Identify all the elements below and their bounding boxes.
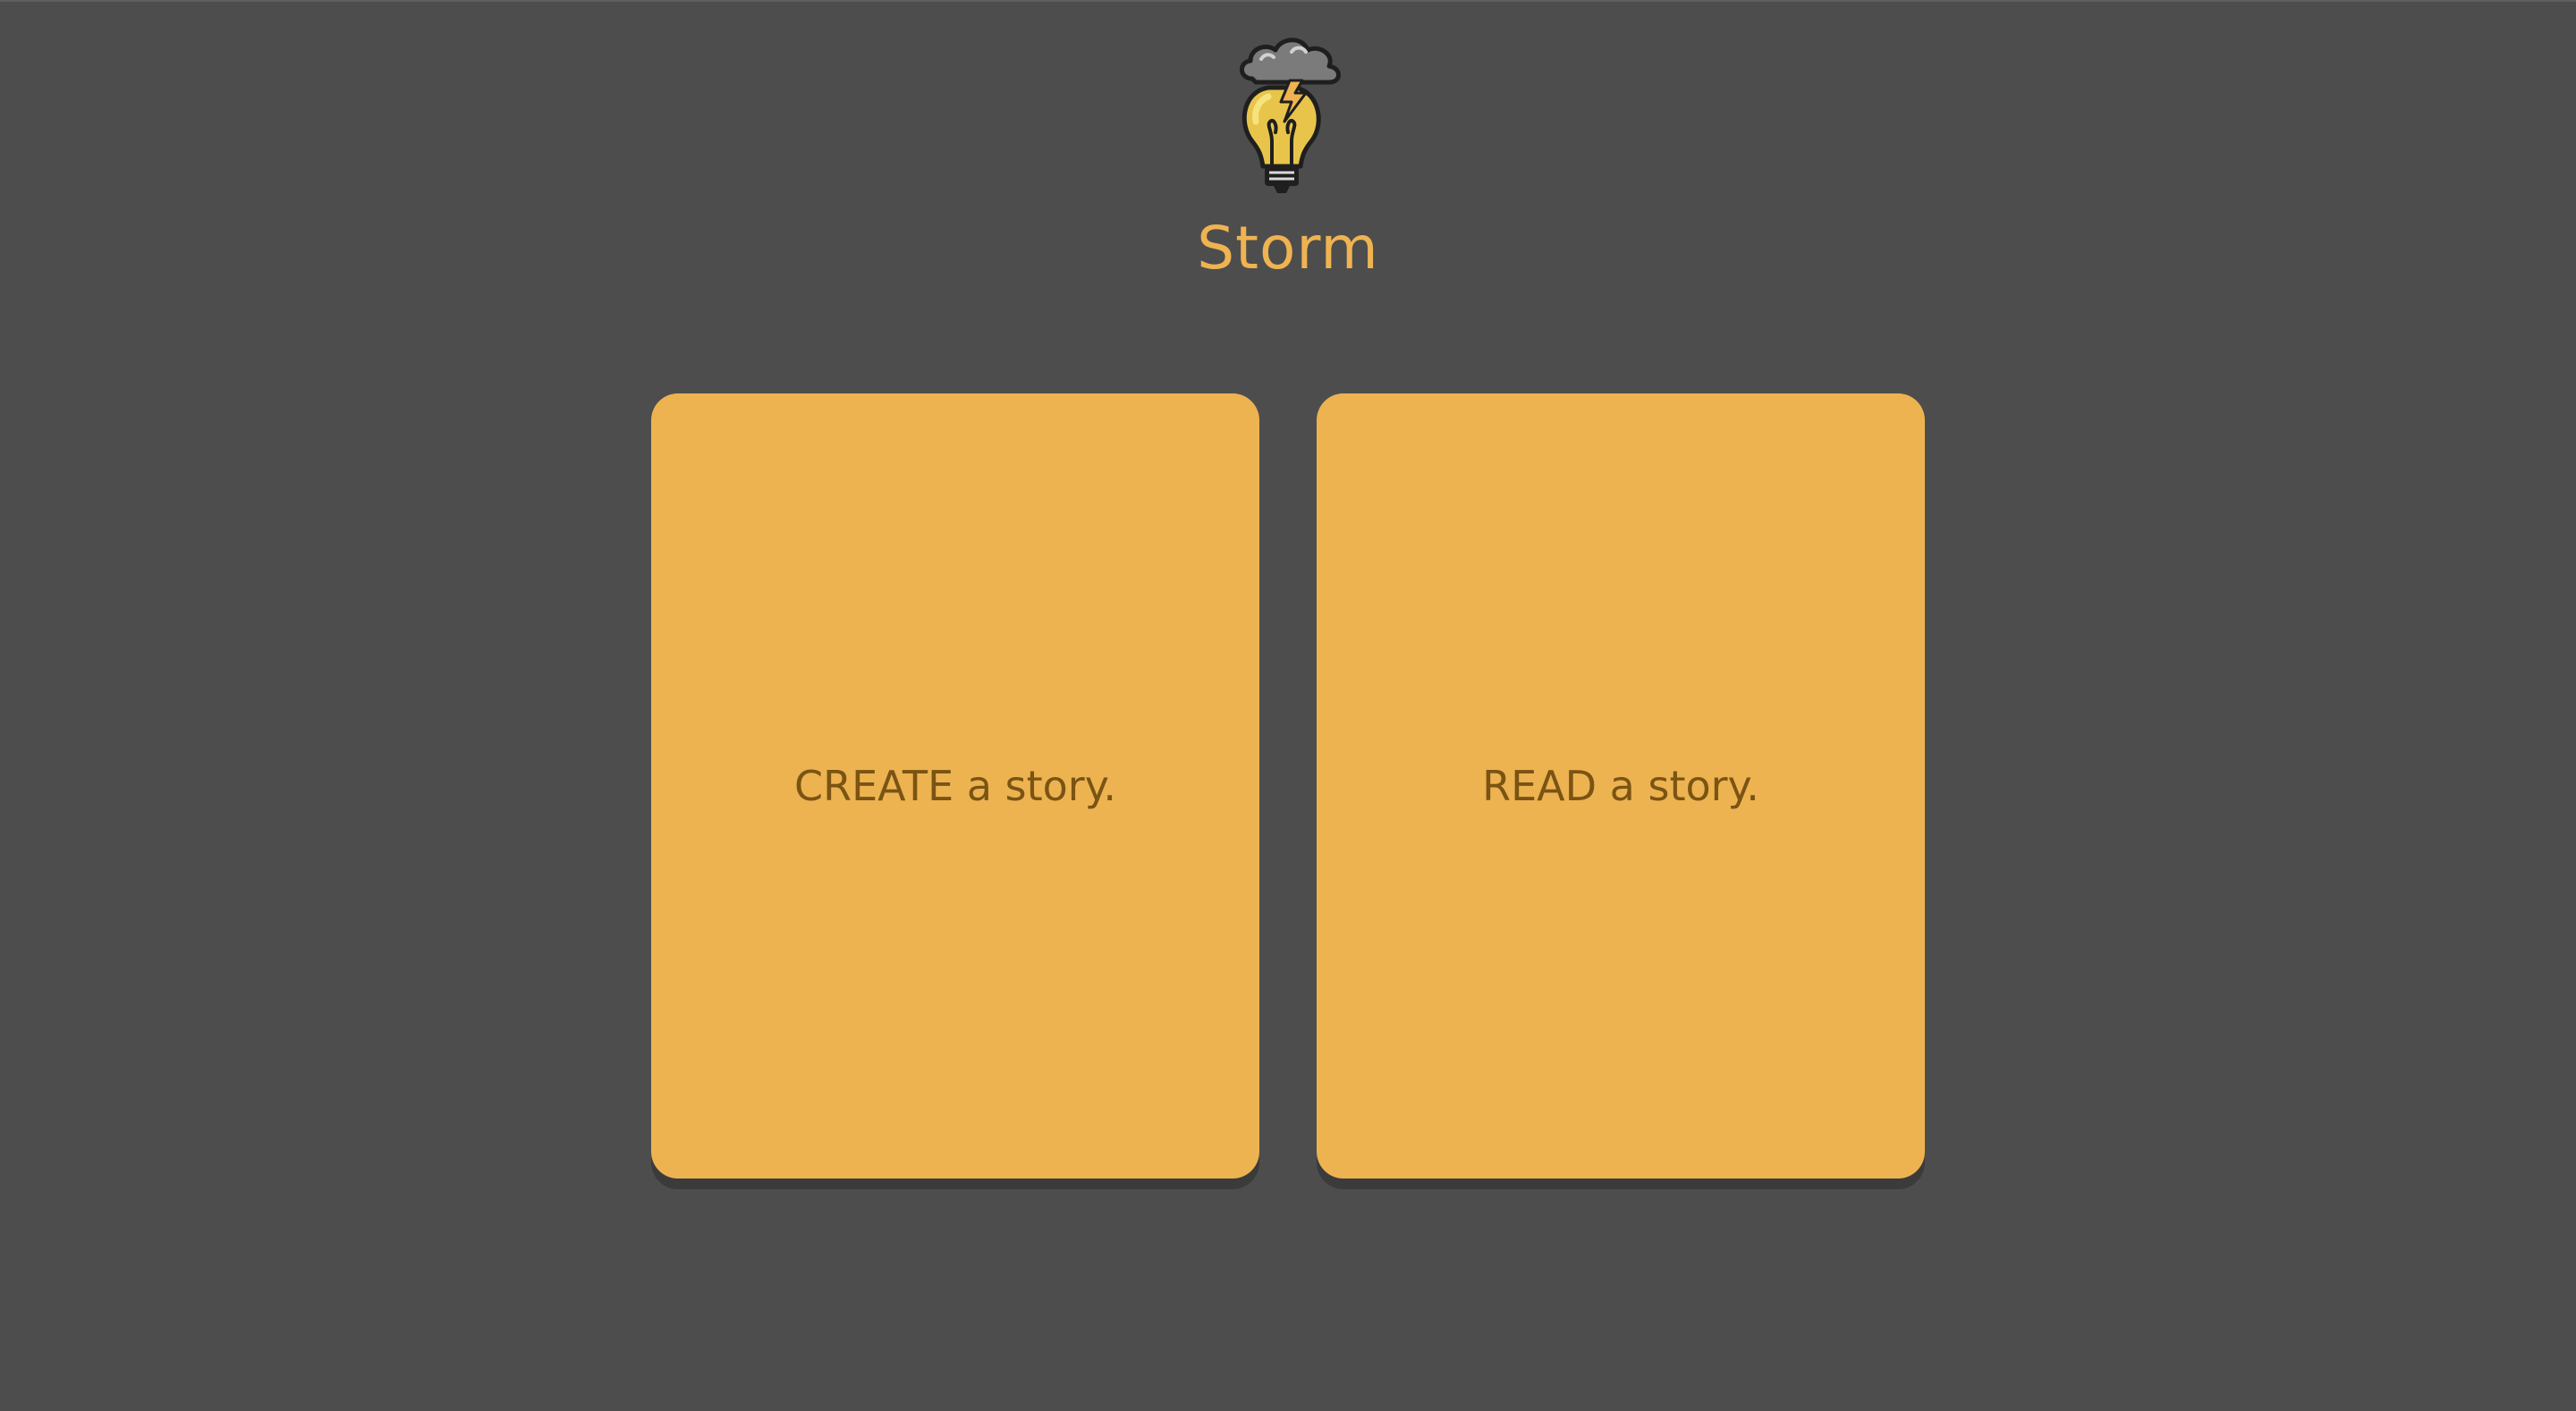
storm-cloud-lightbulb-icon bbox=[1240, 38, 1341, 193]
read-story-card[interactable]: READ a story. bbox=[1317, 393, 1925, 1179]
top-divider bbox=[0, 0, 2576, 2]
app-header: Storm bbox=[0, 36, 2576, 283]
story-options: CREATE a story. READ a story. bbox=[651, 393, 1925, 1179]
create-story-card[interactable]: CREATE a story. bbox=[651, 393, 1259, 1179]
app-title: Storm bbox=[1197, 214, 1379, 283]
read-story-label: READ a story. bbox=[1482, 762, 1759, 810]
create-story-label: CREATE a story. bbox=[794, 762, 1116, 810]
